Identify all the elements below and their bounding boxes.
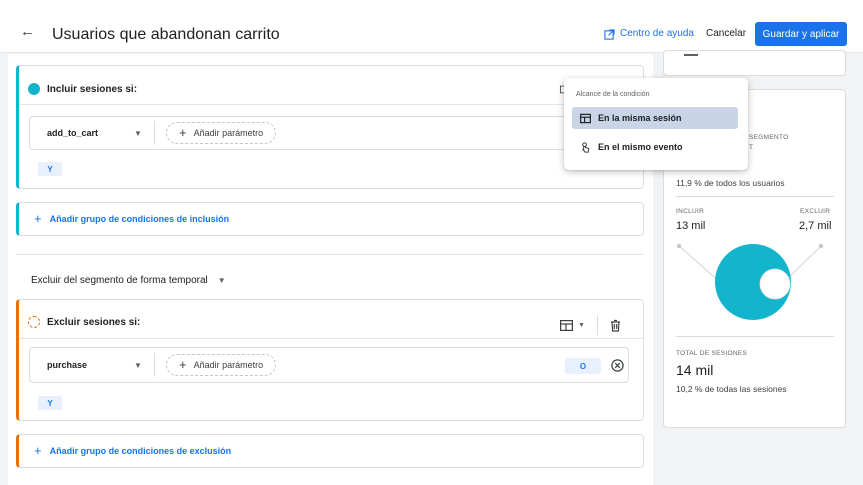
event-selector[interactable]: add_to_cart [47, 128, 98, 138]
chevron-down-icon[interactable]: ▼ [134, 129, 142, 138]
chevron-down-icon[interactable]: ▼ [134, 361, 142, 370]
include-group-header: Incluir sesiones si: [28, 83, 137, 95]
temporal-exclude-label: Excluir del segmento de forma temporal [31, 275, 208, 286]
separator [154, 353, 155, 377]
chevron-down-icon: ▼ [217, 276, 226, 285]
divider [676, 336, 834, 337]
plus-icon: + [34, 211, 42, 226]
help-center-label: Centro de ayuda [620, 28, 694, 39]
chevron-down-icon[interactable]: ▼ [578, 322, 585, 329]
include-dot-icon [28, 83, 40, 95]
plus-icon: + [179, 357, 187, 372]
summary-card-top [663, 50, 846, 76]
external-link-icon [604, 28, 615, 40]
include-group-card: Incluir sesiones si: add_to_cart ▼ + Aña… [16, 65, 644, 189]
scope-option-same-event[interactable]: En el mismo evento [572, 136, 738, 158]
help-center-link[interactable]: Centro de ayuda [604, 28, 694, 40]
add-include-group-button[interactable]: + Añadir grupo de condiciones de inclusi… [34, 211, 230, 226]
table-icon [580, 113, 591, 123]
sessions-value: 14 mil [676, 362, 714, 378]
sessions-label: TOTAL DE SESIONES [676, 350, 748, 357]
and-button[interactable]: Y [38, 162, 62, 176]
or-button[interactable]: O [565, 358, 601, 374]
segment-label-2: T [749, 144, 754, 151]
add-parameter-button[interactable]: + Añadir parámetro [166, 354, 277, 376]
delete-icon[interactable] [610, 319, 621, 332]
divider [676, 196, 834, 197]
scope-option-label: En la misma sesión [598, 113, 682, 123]
scope-option-label: En el mismo evento [598, 142, 683, 152]
users-percentage: 11,9 % de todos los usuarios [676, 178, 785, 188]
sessions-percentage: 10,2 % de todas las sesiones [676, 384, 787, 394]
condition-scope-menu: Alcance de la condición En la misma sesi… [564, 78, 748, 170]
temporal-exclude-dropdown[interactable]: Excluir del segmento de forma temporal ▼ [31, 275, 226, 286]
include-value: 13 mil [676, 220, 706, 232]
exclude-group-title: Excluir sesiones si: [47, 316, 141, 328]
exclude-label: EXCLUIR [800, 208, 831, 215]
segment-editor: Incluir sesiones si: add_to_cart ▼ + Aña… [8, 54, 653, 485]
condition-scope-label: Alcance de la condición [576, 91, 650, 98]
scope-option-same-session[interactable]: En la misma sesión [572, 107, 738, 129]
divider [19, 104, 644, 105]
exclude-value: 2,7 mil [799, 220, 832, 232]
divider [684, 54, 698, 56]
touch-icon [582, 141, 590, 153]
exclude-dot-icon [28, 316, 40, 328]
condition-row: purchase ▼ + Añadir parámetro O [29, 347, 629, 383]
add-parameter-button[interactable]: + Añadir parámetro [166, 122, 277, 144]
plus-icon: + [34, 443, 42, 458]
group-actions: ▼ [560, 315, 621, 335]
cancel-button[interactable]: Cancelar [706, 28, 746, 40]
section-divider [16, 254, 644, 255]
and-button[interactable]: Y [38, 396, 62, 410]
add-exclude-group-label: Añadir grupo de condiciones de exclusión [49, 446, 232, 456]
separator [154, 121, 155, 145]
save-apply-button[interactable]: Guardar y aplicar [755, 22, 847, 46]
include-label: INCLUIR [676, 208, 705, 215]
donut-chart [676, 243, 824, 320]
exclude-group-header: Excluir sesiones si: [28, 316, 140, 328]
event-selector[interactable]: purchase [47, 360, 87, 370]
add-include-group-label: Añadir grupo de condiciones de inclusión [49, 214, 230, 224]
add-include-group-card: + Añadir grupo de condiciones de inclusi… [16, 202, 644, 236]
back-arrow-icon[interactable]: ← [20, 24, 35, 39]
add-parameter-label: Añadir parámetro [193, 128, 264, 138]
include-group-title: Incluir sesiones si: [47, 83, 138, 95]
exclude-group-card: Excluir sesiones si: ▼ purchase ▼ + Añad… [16, 299, 644, 421]
divider [19, 338, 644, 339]
table-icon[interactable] [560, 319, 573, 331]
add-parameter-label: Añadir parámetro [193, 360, 264, 370]
segment-label: SEGMENTO [749, 134, 789, 141]
add-exclude-group-card: + Añadir grupo de condiciones de exclusi… [16, 434, 644, 468]
plus-icon: + [179, 125, 187, 140]
remove-condition-icon[interactable] [611, 359, 624, 372]
add-exclude-group-button[interactable]: + Añadir grupo de condiciones de exclusi… [34, 443, 232, 458]
page-title: Usuarios que abandonan carrito [52, 26, 280, 43]
separator [596, 315, 598, 335]
condition-row: add_to_cart ▼ + Añadir parámetro [29, 116, 629, 150]
top-bar: ← Usuarios que abandonan carrito Centro … [0, 0, 863, 53]
